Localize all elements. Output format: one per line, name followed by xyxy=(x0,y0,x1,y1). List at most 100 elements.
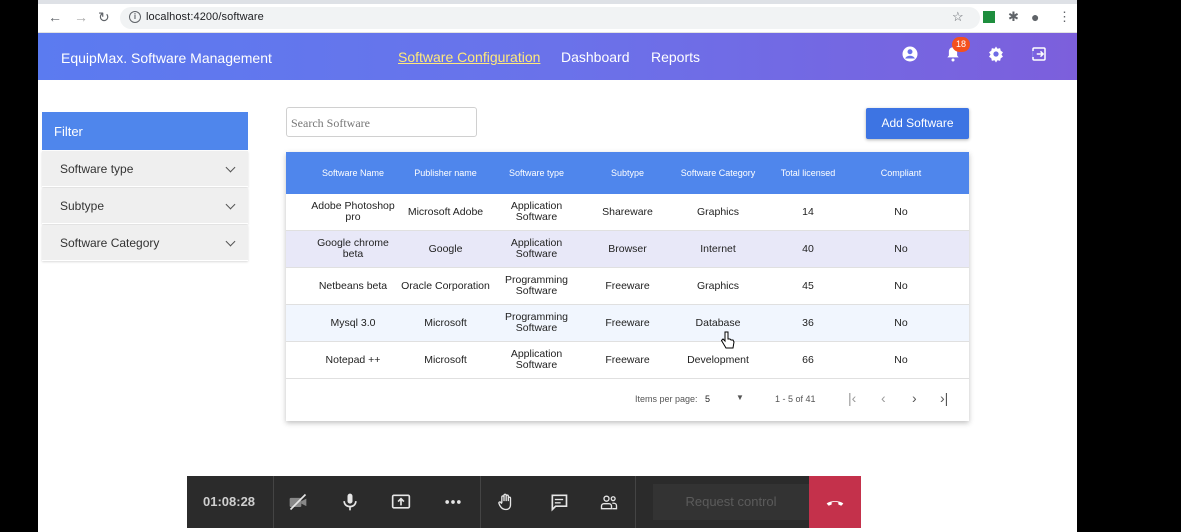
logout-icon[interactable] xyxy=(1030,45,1048,63)
chat-icon[interactable] xyxy=(549,492,569,512)
divider xyxy=(635,476,636,528)
table-row[interactable]: Mysql 3.0 Microsoft Programming Software… xyxy=(286,305,969,342)
column-header[interactable]: Compliant xyxy=(853,152,949,194)
cell-software-type: Application Software xyxy=(510,348,563,371)
cell-software-name: Notepad ++ xyxy=(325,353,381,366)
browser-toolbar: ← → ↻ i localhost:4200/software ☆ ✱ ● ⋮ xyxy=(38,0,1077,33)
page-range-label: 1 - 5 of 41 xyxy=(775,394,816,404)
back-icon[interactable]: ← xyxy=(48,10,62,24)
meeting-toolbar: 01:08:28 Request control xyxy=(187,476,861,528)
cell-publisher: Google xyxy=(428,242,463,255)
address-bar[interactable]: i localhost:4200/software xyxy=(120,7,980,29)
url-text: localhost:4200/software xyxy=(146,11,264,23)
extension-sheets-icon[interactable] xyxy=(983,11,995,23)
hand-cursor-icon xyxy=(721,331,735,349)
cell-subtype: Freeware xyxy=(605,279,650,292)
call-timer: 01:08:28 xyxy=(203,494,256,509)
cell-publisher: Microsoft Adobe xyxy=(407,205,484,218)
previous-page-icon[interactable]: ‹ xyxy=(881,390,886,406)
forward-icon[interactable]: → xyxy=(74,10,88,24)
software-table: Software Name Publisher name Software ty… xyxy=(286,152,969,421)
profile-icon[interactable]: ● xyxy=(1031,9,1039,25)
chevron-down-icon xyxy=(225,199,236,210)
divider xyxy=(480,476,481,528)
bookmark-star-icon[interactable]: ☆ xyxy=(952,9,964,25)
filter-label: Software Category xyxy=(60,236,160,250)
column-header[interactable]: Software type xyxy=(491,152,582,194)
filter-label: Software type xyxy=(60,162,134,176)
column-header[interactable]: Total licensed xyxy=(763,152,853,194)
table-row[interactable]: Google chrome beta Google Application So… xyxy=(286,231,969,268)
divider xyxy=(273,476,274,528)
cell-publisher: Microsoft xyxy=(424,316,467,329)
table-row[interactable]: Adobe Photoshop pro Microsoft Adobe Appl… xyxy=(286,194,969,231)
paginator: Items per page: 5 ▼ 1 - 5 of 41 |‹ ‹ › ›… xyxy=(286,378,969,421)
cell-publisher: Oracle Corporation xyxy=(401,279,490,292)
microphone-icon[interactable] xyxy=(340,492,360,512)
browser-menu-icon[interactable]: ⋮ xyxy=(1058,9,1071,25)
cell-compliant: No xyxy=(894,279,908,292)
filter-subtype[interactable]: Subtype xyxy=(42,188,248,224)
account-icon[interactable] xyxy=(901,45,919,63)
hang-up-icon xyxy=(826,501,844,506)
cell-subtype: Freeware xyxy=(605,316,650,329)
reload-icon[interactable]: ↻ xyxy=(98,10,110,24)
cell-total-licensed: 14 xyxy=(802,205,814,218)
extensions-puzzle-icon[interactable]: ✱ xyxy=(1008,9,1019,25)
more-options-icon[interactable] xyxy=(443,492,463,512)
first-page-icon[interactable]: |‹ xyxy=(848,390,856,406)
next-page-icon[interactable]: › xyxy=(912,390,917,406)
add-software-button[interactable]: Add Software xyxy=(866,108,969,139)
cell-software-type: Programming Software xyxy=(504,311,569,334)
settings-gear-icon[interactable] xyxy=(987,45,1005,63)
cell-software-name: Google chrome beta xyxy=(317,237,389,260)
participants-icon[interactable] xyxy=(599,492,619,512)
page-size-dropdown-icon[interactable]: ▼ xyxy=(736,393,744,402)
hang-up-button[interactable] xyxy=(809,476,861,528)
camera-off-icon[interactable] xyxy=(288,492,308,512)
cell-total-licensed: 45 xyxy=(802,279,814,292)
cell-publisher: Microsoft xyxy=(424,353,467,366)
cell-software-name: Mysql 3.0 xyxy=(330,316,376,329)
cell-software-type: Programming Software xyxy=(504,274,569,297)
chevron-down-icon xyxy=(225,236,236,247)
cell-total-licensed: 36 xyxy=(802,316,814,329)
cell-compliant: No xyxy=(894,353,908,366)
column-header[interactable]: Publisher name xyxy=(400,152,491,194)
filter-software-category[interactable]: Software Category xyxy=(42,225,248,261)
cell-category: Internet xyxy=(700,242,736,255)
table-row[interactable]: Notepad ++ Microsoft Application Softwar… xyxy=(286,342,969,379)
cell-software-type: Application Software xyxy=(510,237,563,260)
cell-category: Development xyxy=(687,353,749,366)
cell-software-name: Adobe Photoshop pro xyxy=(311,200,395,223)
site-info-icon[interactable]: i xyxy=(129,11,141,23)
share-screen-icon[interactable] xyxy=(391,492,411,512)
page-size-select[interactable]: 5 xyxy=(705,394,710,404)
chevron-down-icon xyxy=(225,162,236,173)
cell-category: Graphics xyxy=(696,279,739,292)
nav-software-configuration[interactable]: Software Configuration xyxy=(398,49,540,65)
filter-header: Filter xyxy=(42,112,248,150)
raise-hand-icon[interactable] xyxy=(496,492,516,512)
cell-subtype: Browser xyxy=(608,242,647,255)
cell-total-licensed: 40 xyxy=(802,242,814,255)
cell-software-type: Application Software xyxy=(510,200,563,223)
last-page-icon[interactable]: ›| xyxy=(940,390,948,406)
items-per-page-label: Items per page: xyxy=(635,394,698,404)
nav-reports[interactable]: Reports xyxy=(651,49,700,65)
filter-software-type[interactable]: Software type xyxy=(42,151,248,187)
column-header[interactable]: Subtype xyxy=(582,152,673,194)
cell-compliant: No xyxy=(894,316,908,329)
notification-badge: 18 xyxy=(952,37,970,52)
app-header: EquipMax. Software Management Software C… xyxy=(38,33,1077,80)
browser-window: ← → ↻ i localhost:4200/software ☆ ✱ ● ⋮ … xyxy=(38,0,1077,532)
column-header[interactable]: Software Name xyxy=(306,152,400,194)
search-input[interactable]: Search Software xyxy=(286,107,477,137)
nav-dashboard[interactable]: Dashboard xyxy=(561,49,630,65)
cell-compliant: No xyxy=(894,205,908,218)
table-row[interactable]: Netbeans beta Oracle Corporation Program… xyxy=(286,268,969,305)
column-header[interactable]: Software Category xyxy=(673,152,763,194)
filter-label: Subtype xyxy=(60,199,105,213)
cell-subtype: Shareware xyxy=(602,205,653,218)
request-control-button[interactable]: Request control xyxy=(653,484,809,520)
